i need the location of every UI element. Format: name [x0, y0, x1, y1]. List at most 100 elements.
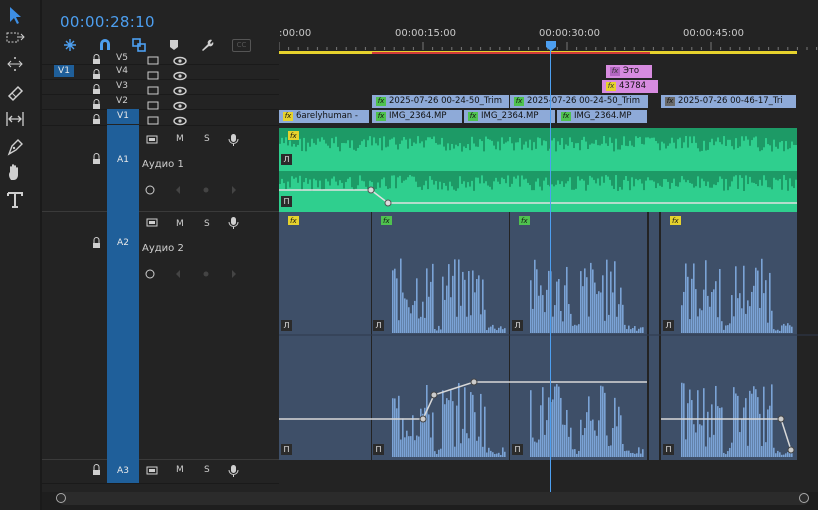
a1-wave-bar-mid	[299, 171, 301, 176]
a1-wave-bar-top	[415, 128, 417, 144]
ripple-edit-tool-icon[interactable]	[4, 53, 26, 75]
a1-wave-bar-top	[631, 128, 633, 146]
a1-wave-bar-mid	[557, 171, 559, 181]
a1-keyframe-2[interactable]	[384, 199, 392, 207]
a2-wave-bar	[606, 435, 608, 457]
a1-wave-bar-mid	[729, 171, 731, 187]
a2-wave-bar	[739, 293, 741, 333]
track-select-tool-icon[interactable]	[4, 27, 26, 49]
a2-wave-bar	[628, 325, 630, 333]
a2-wave-bar	[765, 280, 767, 333]
a1-wave-bar-mid	[329, 171, 331, 186]
a1-wave-bar-mid	[321, 171, 323, 190]
a2-microphone-icon[interactable]	[228, 217, 239, 229]
a2-wave-bar	[630, 453, 632, 457]
a1-wave-bar-mid	[371, 171, 373, 183]
playhead-handle[interactable]	[545, 40, 557, 52]
a1-keyframe-1[interactable]	[367, 186, 375, 194]
a1-sync-lock-icon[interactable]	[146, 135, 158, 144]
a1-wave-bar-mid	[791, 171, 793, 187]
a1-wave-bar-top	[285, 128, 287, 138]
scrollbar-right-handle[interactable]	[799, 493, 809, 503]
selection-tool-icon[interactable]	[4, 4, 26, 26]
clip-v4-text[interactable]: fx Это	[606, 65, 652, 78]
a1-wave-bar-top	[579, 128, 581, 151]
scrollbar-left-handle[interactable]	[56, 493, 66, 503]
a1-wave-bar-top	[565, 128, 567, 145]
a2-wave-bar	[542, 295, 544, 333]
slip-tool-icon[interactable]	[4, 108, 26, 130]
a1-wave-bar-mid	[537, 171, 539, 179]
type-tool-icon[interactable]	[4, 189, 26, 211]
a1-wave-bar-top	[581, 128, 583, 140]
a2-wave-bar	[709, 306, 711, 333]
a1-wave-bar-top	[569, 128, 571, 138]
clip-a2-4[interactable]	[649, 212, 659, 460]
a1-wave-bar-top	[449, 128, 451, 151]
a1-wave-bar-mid	[761, 171, 763, 186]
a1-wave-bar-top	[367, 128, 369, 141]
a1-wave-bar-top	[599, 128, 601, 146]
a3-lock-icon[interactable]	[93, 464, 100, 476]
a1-wave-bar-mid	[483, 171, 485, 184]
a2-wave-bar	[426, 384, 428, 457]
a2-wave-bar	[464, 387, 466, 457]
razor-tool-icon[interactable]	[4, 81, 26, 103]
clip-v2-1[interactable]: fx 2025-07-26 00-24-50_Trim	[372, 95, 509, 108]
linked-selection-icon[interactable]	[131, 37, 147, 53]
clip-v2-3[interactable]: fx 2025-07-26 00-46-17_Tri	[661, 95, 796, 108]
clip-v3-text[interactable]: fx 43784	[602, 80, 658, 93]
audio-clips[interactable]: fx fx fx fx fx	[279, 126, 818, 461]
a1-microphone-icon[interactable]	[228, 134, 239, 146]
a2-keyframe-controls[interactable]	[145, 269, 236, 279]
clip-v1-1[interactable]: fx 6arelyhuman -	[279, 110, 369, 123]
hand-tool-icon[interactable]	[4, 162, 26, 184]
a2-wave-bar	[783, 454, 785, 457]
pen-tool-icon[interactable]	[4, 136, 26, 158]
a1-wave-bar-top	[451, 128, 453, 144]
clip-v1-4[interactable]: fx IMG_2364.MP	[557, 110, 647, 123]
a2-wave-bar	[626, 329, 628, 333]
a1-wave-bar-mid	[667, 171, 669, 182]
magnet-icon[interactable]	[97, 37, 113, 53]
marker-icon[interactable]	[166, 37, 182, 53]
a3-microphone-icon[interactable]	[228, 465, 239, 477]
clip-v2-2[interactable]: fx 2025-07-26 00-24-50_Trim	[510, 95, 648, 108]
a1-wave-bar-top	[299, 128, 301, 139]
a1-wave-bar-mid	[561, 171, 563, 182]
a2-sync-lock-icon[interactable]	[146, 218, 158, 227]
a2-wave-bar	[580, 271, 582, 333]
a1-wave-bar-top	[521, 128, 523, 150]
a1-keyframe-controls[interactable]	[145, 185, 236, 195]
nest-sequence-icon[interactable]	[62, 37, 78, 53]
a3-sync-lock-icon[interactable]	[146, 466, 158, 475]
a2-wave-bar	[608, 446, 610, 457]
a1-wave-bar-mid	[595, 171, 597, 184]
a1-lock-icon[interactable]	[93, 153, 100, 165]
captions-icon[interactable]: CC	[232, 39, 251, 52]
clip-a2-1[interactable]	[279, 212, 371, 460]
a1-wave-bar-top	[487, 128, 489, 139]
clip-v1-3[interactable]: fx IMG_2364.MP	[464, 110, 555, 123]
wrench-icon[interactable]	[199, 37, 215, 53]
a2-wave-bar	[482, 279, 484, 333]
playhead-timecode[interactable]: 00:00:28:10	[60, 13, 155, 31]
a2-wave-bar	[416, 278, 418, 333]
a2-wave-bar	[757, 397, 759, 457]
clip-v1-2[interactable]: fx IMG_2364.MP	[372, 110, 462, 123]
a1-wave-bar-mid	[435, 171, 437, 182]
a2-lock-icon[interactable]	[93, 237, 100, 249]
a2-wave-bar	[763, 293, 765, 333]
a1-wave-bar-top	[361, 128, 363, 142]
a2-wave-bar	[544, 434, 546, 457]
a1-wave-bar-mid	[453, 171, 455, 190]
scrollbar-thumb[interactable]	[58, 492, 809, 505]
playhead-line[interactable]	[550, 42, 551, 492]
a2-wave-bar	[556, 281, 558, 333]
a1-wave-bar-mid	[317, 171, 319, 188]
a1-wave-bar-mid	[621, 171, 623, 190]
a1-wave-bar-mid	[307, 171, 309, 184]
a2-wave-bar	[723, 329, 725, 333]
a1-wave-bar-top	[651, 128, 653, 138]
a2-wave-bar	[464, 279, 466, 333]
